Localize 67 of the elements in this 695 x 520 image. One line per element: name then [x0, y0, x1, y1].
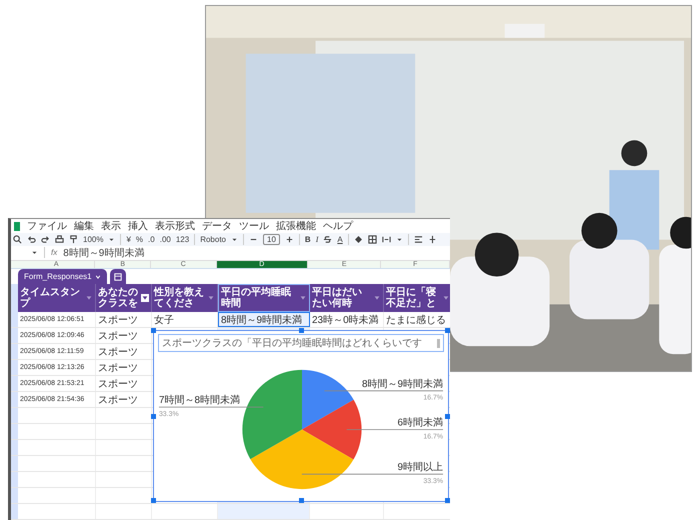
slice-label: 8時間～9時間未満: [362, 378, 444, 390]
column-title: タイムスタンプ: [20, 287, 81, 309]
menu-item[interactable]: 拡張機能: [276, 219, 316, 233]
column-title: あなたのクラスを: [98, 287, 139, 309]
align-icon[interactable]: [414, 234, 423, 244]
number-format-button[interactable]: 123: [176, 234, 190, 244]
menu-item[interactable]: ファイル: [27, 219, 67, 233]
resize-handle[interactable]: [151, 414, 156, 419]
table-cell[interactable]: たまに感じる: [384, 312, 450, 327]
search-icon[interactable]: [13, 234, 22, 244]
resize-handle[interactable]: [445, 328, 450, 333]
caret-icon[interactable]: [31, 249, 38, 256]
bold-button[interactable]: B: [304, 234, 311, 244]
caret-icon[interactable]: [94, 274, 101, 280]
menu-item[interactable]: 表示形式: [155, 219, 195, 233]
plus-icon[interactable]: [284, 234, 294, 244]
table-cell[interactable]: スポーツ: [96, 312, 152, 327]
table-cell[interactable]: [218, 504, 310, 519]
redo-icon[interactable]: [41, 234, 50, 244]
sheets-logo-icon[interactable]: [14, 222, 20, 230]
column-title: 平日の平均睡眠時間: [221, 287, 292, 309]
column-title: 平日はだいたい何時: [312, 287, 363, 309]
formula-field[interactable]: 8時間～9時間未満: [63, 246, 144, 260]
menu-item[interactable]: ヘルプ: [323, 219, 353, 233]
resize-handle[interactable]: [445, 498, 450, 503]
resize-handle[interactable]: [299, 498, 304, 503]
slice-label: 6時間未満: [398, 418, 444, 429]
text-color-button[interactable]: A: [337, 234, 343, 244]
decimal-decrease-button[interactable]: .0: [148, 234, 155, 244]
font-size-field[interactable]: 10: [263, 234, 280, 245]
italic-button[interactable]: I: [316, 234, 318, 244]
currency-button[interactable]: ¥: [126, 234, 131, 244]
sheet-list-button[interactable]: [110, 269, 126, 284]
undo-icon[interactable]: [27, 234, 36, 244]
table-cell[interactable]: スポーツ: [96, 392, 152, 407]
table-cell[interactable]: スポーツ: [96, 376, 152, 391]
column-title: 平日に「寝不足だ」と: [386, 287, 437, 309]
font-select[interactable]: Roboto: [200, 234, 226, 244]
menu-item[interactable]: ツール: [239, 219, 269, 233]
resize-handle[interactable]: [445, 414, 450, 419]
table-cell[interactable]: 8時間～9時間未満: [218, 312, 310, 327]
decimal-increase-button[interactable]: .00: [160, 234, 171, 244]
menu-item[interactable]: 編集: [74, 219, 94, 233]
slice-label: 9時間以上: [398, 462, 444, 474]
column-title: 性別を教えてくださ: [154, 287, 205, 309]
table-cell[interactable]: スポーツ: [96, 360, 152, 375]
menu-item[interactable]: 挿入: [128, 219, 148, 233]
formula-label: fx: [51, 248, 58, 257]
filter-icon[interactable]: [141, 294, 149, 302]
zoom-select[interactable]: 100%: [83, 234, 104, 244]
resize-handle[interactable]: [151, 328, 156, 333]
resize-handle[interactable]: [299, 328, 304, 333]
sheet-list-icon[interactable]: [114, 272, 122, 280]
print-icon[interactable]: [55, 234, 64, 244]
scrollbar-thumb[interactable]: [437, 338, 440, 348]
percent-button[interactable]: %: [136, 234, 144, 244]
strikethrough-icon[interactable]: [323, 234, 332, 244]
table-cell[interactable]: 23時～0時未満: [310, 312, 384, 327]
sheet-tab[interactable]: Form_Responses1: [18, 269, 107, 284]
resize-handle[interactable]: [151, 498, 156, 503]
table-cell[interactable]: スポーツ: [96, 344, 152, 359]
paint-format-icon[interactable]: [69, 234, 78, 244]
merge-icon[interactable]: [382, 234, 391, 244]
borders-icon[interactable]: [368, 234, 377, 244]
menu-item[interactable]: データ: [202, 219, 232, 233]
slice-label: 7時間～8時間未満: [158, 395, 240, 406]
menu-item[interactable]: 表示: [101, 219, 121, 233]
